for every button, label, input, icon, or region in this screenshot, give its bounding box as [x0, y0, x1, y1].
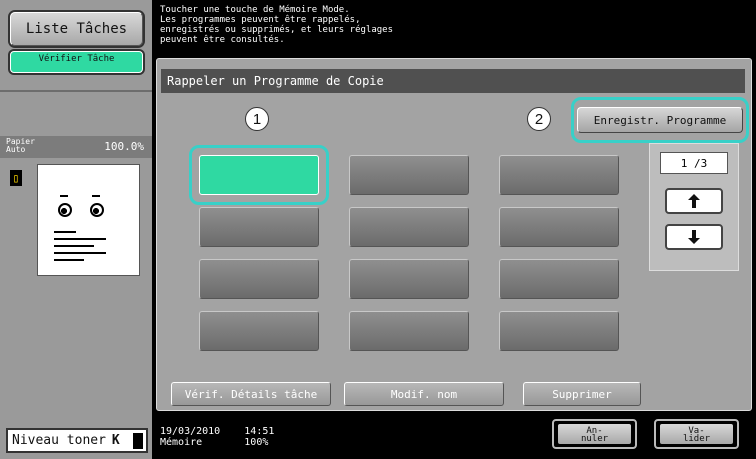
toner-label: Niveau toner — [12, 433, 106, 448]
arrow-up-icon — [688, 194, 700, 208]
verify-job-button[interactable]: Vérifier Tâche — [10, 51, 143, 73]
instruction-message: Toucher une touche de Mémoire Mode. Les … — [160, 5, 393, 45]
paper-label: Papier Auto — [6, 137, 35, 154]
page-navigator: 1 /3 — [649, 143, 739, 271]
paper-status: Papier Auto 100.0% — [0, 136, 152, 158]
hole-icon — [58, 203, 72, 217]
program-slot-4[interactable] — [199, 207, 319, 247]
program-slot-2[interactable] — [349, 155, 469, 195]
zoom-value: 100.0% — [104, 140, 144, 153]
document-preview-icon — [37, 164, 140, 276]
divider — [0, 90, 152, 92]
program-slot-6[interactable] — [499, 207, 619, 247]
program-slot-11[interactable] — [349, 311, 469, 351]
tray-1-icon: ▯ — [10, 170, 22, 186]
toner-k-label: K — [111, 433, 120, 448]
program-slot-10[interactable] — [199, 311, 319, 351]
jobs-list-button[interactable]: Liste Tâches — [10, 12, 143, 46]
page-up-button[interactable] — [665, 188, 723, 214]
toner-bar — [133, 433, 143, 449]
ok-label: Va- lider — [660, 424, 733, 444]
page-indicator: 1 /3 — [660, 152, 728, 174]
program-slot-7[interactable] — [199, 259, 319, 299]
recall-program-panel: Rappeler un Programme de Copie 1 2 Enreg… — [156, 58, 752, 411]
arrow-down-icon — [688, 230, 700, 244]
toner-level: Niveau toner K — [6, 428, 148, 453]
rename-button[interactable]: Modif. nom — [344, 382, 504, 406]
program-slot-12[interactable] — [499, 311, 619, 351]
program-slot-1[interactable] — [199, 155, 319, 195]
program-slot-8[interactable] — [349, 259, 469, 299]
cancel-label: An- nuler — [558, 424, 631, 444]
hole-icon — [90, 203, 104, 217]
verify-details-button[interactable]: Vérif. Détails tâche — [171, 382, 331, 406]
status-datetime: 19/03/2010 14:51 Mémoire 100% — [160, 426, 274, 448]
callout-badge-1: 1 — [245, 107, 269, 131]
ok-button[interactable]: Va- lider — [654, 419, 739, 449]
panel-title: Rappeler un Programme de Copie — [161, 69, 745, 93]
delete-button[interactable]: Supprimer — [523, 382, 641, 406]
copier-screen: Liste Tâches Vérifier Tâche Papier Auto … — [0, 0, 756, 459]
register-program-button[interactable]: Enregistr. Programme — [577, 107, 743, 133]
program-slot-9[interactable] — [499, 259, 619, 299]
memory-text: Mémoire 100% — [160, 437, 269, 448]
program-slot-3[interactable] — [499, 155, 619, 195]
datetime-text: 19/03/2010 14:51 — [160, 426, 275, 437]
program-slot-5[interactable] — [349, 207, 469, 247]
cancel-button[interactable]: An- nuler — [552, 419, 637, 449]
callout-badge-2: 2 — [527, 107, 551, 131]
action-bar: Vérif. Détails tâche Modif. nom Supprime… — [161, 377, 745, 406]
page-down-button[interactable] — [665, 224, 723, 250]
left-panel: Liste Tâches Vérifier Tâche Papier Auto … — [0, 0, 152, 459]
